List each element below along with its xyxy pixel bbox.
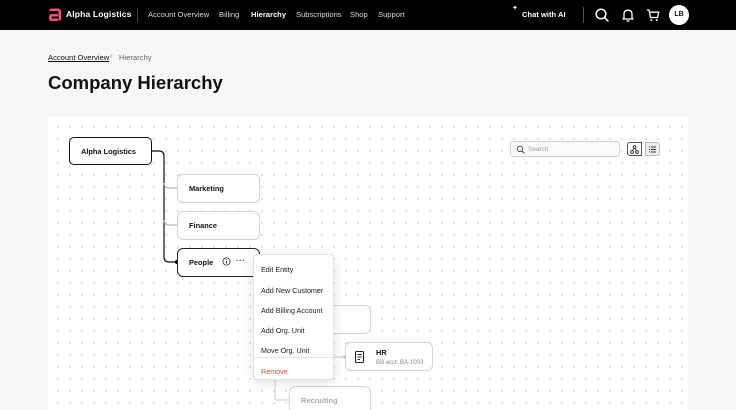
node-marketing[interactable]: Marketing bbox=[177, 174, 260, 203]
breadcrumb-account-overview[interactable]: Account Overview bbox=[48, 53, 109, 62]
tree-view-icon bbox=[630, 144, 639, 154]
node-label: Alpha Logistics bbox=[81, 146, 137, 156]
node-alpha-logistics[interactable]: Alpha Logistics bbox=[69, 137, 152, 165]
node-label: HR bbox=[376, 347, 387, 357]
billing-document-icon bbox=[354, 350, 365, 363]
chevron-right-icon: › bbox=[110, 53, 113, 60]
more-options-icon[interactable]: ··· bbox=[236, 256, 246, 265]
menu-remove[interactable]: Remove bbox=[261, 367, 288, 376]
menu-add-new-customer[interactable]: Add New Customer bbox=[261, 286, 323, 295]
node-recruiting[interactable]: Recruiting bbox=[289, 386, 371, 410]
search-icon bbox=[516, 145, 525, 154]
billing-account-id: Bill acct: BA-1003 bbox=[376, 359, 424, 366]
nav-subscriptions[interactable]: Subscriptions bbox=[296, 10, 342, 19]
info-icon[interactable] bbox=[222, 257, 231, 266]
list-view-toggle[interactable] bbox=[645, 142, 660, 156]
brand-name[interactable]: Alpha Logistics bbox=[66, 9, 131, 19]
search-box[interactable] bbox=[510, 141, 620, 157]
menu-divider bbox=[254, 357, 333, 358]
menu-move-org-unit[interactable]: Move Org. Unit bbox=[261, 346, 309, 355]
tree-view-toggle[interactable] bbox=[627, 142, 642, 156]
context-menu: Edit Entity Add New Customer Add Billing… bbox=[253, 254, 334, 380]
nav-support[interactable]: Support bbox=[378, 10, 405, 19]
nav-account-overview[interactable]: Account Overview bbox=[148, 10, 209, 19]
nav-billing[interactable]: Billing bbox=[219, 10, 239, 19]
sparkle-icon: ✦ bbox=[512, 5, 518, 12]
node-label: Recruiting bbox=[301, 396, 338, 405]
nav-divider bbox=[137, 8, 138, 22]
menu-edit-entity[interactable]: Edit Entity bbox=[261, 265, 293, 274]
cart-icon[interactable] bbox=[645, 7, 661, 23]
node-finance[interactable]: Finance bbox=[177, 211, 260, 240]
page-title: Company Hierarchy bbox=[48, 72, 223, 93]
menu-add-org-unit[interactable]: Add Org. Unit bbox=[261, 326, 305, 335]
list-view-icon bbox=[649, 146, 656, 152]
nav-divider-right bbox=[583, 7, 584, 23]
brand-logo-icon[interactable] bbox=[47, 7, 63, 23]
node-hr[interactable]: HR Bill acct: BA-1003 bbox=[345, 342, 433, 371]
nav-hierarchy[interactable]: Hierarchy bbox=[251, 10, 286, 19]
user-avatar[interactable]: LB bbox=[669, 5, 689, 25]
search-icon[interactable] bbox=[594, 7, 610, 23]
breadcrumb-current: Hierarchy bbox=[119, 53, 152, 62]
node-label: Marketing bbox=[189, 184, 224, 193]
node-label: People bbox=[189, 258, 214, 267]
search-input[interactable] bbox=[528, 143, 616, 155]
menu-add-billing-account[interactable]: Add Billing Account bbox=[261, 306, 323, 315]
hierarchy-canvas[interactable]: Alpha Logistics Marketing Finance People… bbox=[48, 117, 688, 410]
bell-icon[interactable] bbox=[620, 7, 636, 23]
chat-with-ai-button[interactable]: Chat with AI bbox=[522, 10, 566, 19]
nav-shop[interactable]: Shop bbox=[350, 10, 368, 19]
top-nav-bar: Alpha Logistics Account Overview Billing… bbox=[0, 0, 736, 30]
node-people[interactable]: People bbox=[177, 248, 260, 277]
node-label: Finance bbox=[189, 221, 217, 230]
